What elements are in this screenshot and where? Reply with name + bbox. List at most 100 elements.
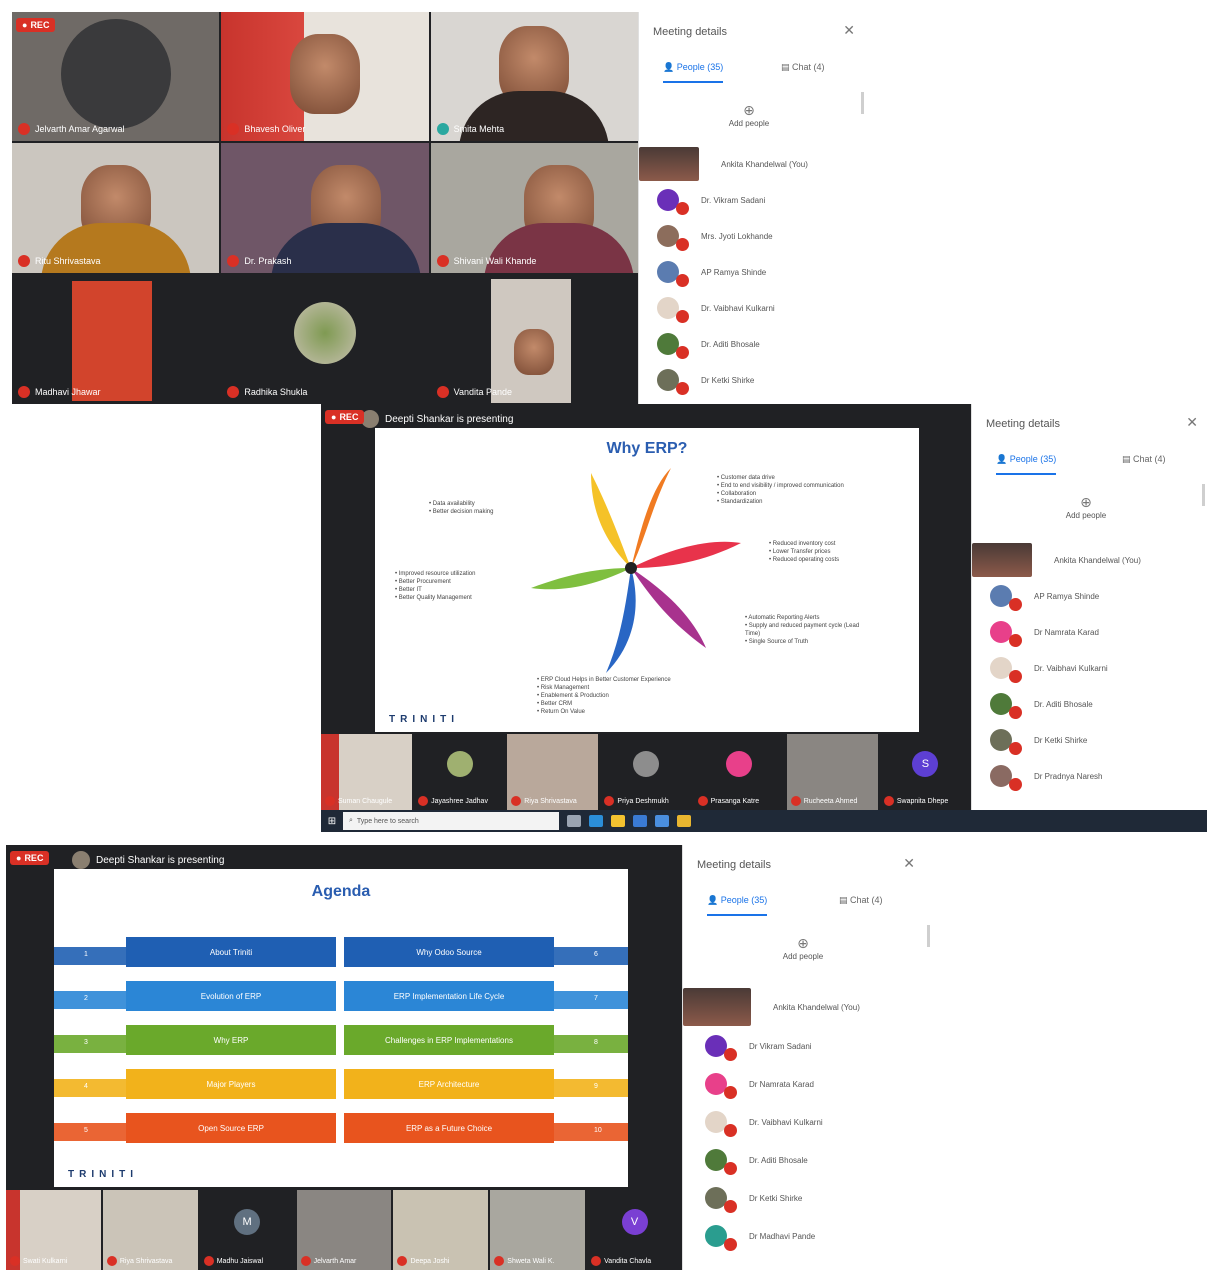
list-item[interactable]: Dr Pradnya Naresh	[972, 758, 1207, 794]
band-wing-left	[54, 947, 126, 965]
list-item[interactable]: Dr. Vaibhavi Kulkarni	[639, 290, 878, 326]
list-item[interactable]: Dr Vikram Sadani	[683, 1027, 934, 1065]
list-item[interactable]: Mrs. Jyoti Lokhande	[639, 218, 878, 254]
add-people-button[interactable]: ⊕ Add people	[1056, 494, 1116, 520]
agenda-item-left: Open Source ERP	[126, 1113, 336, 1143]
video-tile[interactable]: Radhika Shukla	[221, 274, 429, 404]
list-item[interactable]: Dr. Aditi Bhosale	[972, 686, 1207, 722]
video-tile[interactable]: Shivani Wali Khande	[430, 143, 638, 273]
petal	[631, 541, 741, 568]
list-item[interactable]: Dr Ketki Shirke	[972, 722, 1207, 758]
avatar	[632, 751, 659, 778]
list-item[interactable]: Dr Ketki Shirke	[683, 1179, 934, 1217]
edge-icon[interactable]	[589, 815, 603, 827]
video-thumb[interactable]: M Madhu Jaiswal	[199, 1190, 295, 1270]
video-thumb[interactable]: Jelvarth Amar	[296, 1190, 392, 1270]
tab-people[interactable]: 👤 People (35)	[707, 895, 768, 916]
scrollbar[interactable]	[927, 925, 930, 947]
petal	[591, 473, 631, 568]
list-item[interactable]: Dr Namrata Karad	[683, 1065, 934, 1103]
list-item[interactable]: Dr. Vikram Sadani	[639, 182, 878, 218]
chrome-icon[interactable]	[677, 815, 691, 827]
folder-icon[interactable]	[611, 815, 625, 827]
avatar	[446, 751, 473, 778]
list-item[interactable]: AP Ramya Shinde	[972, 578, 1207, 614]
agenda-number-right: 10	[594, 1127, 602, 1134]
video-thumb[interactable]: Deepa Joshi	[393, 1190, 489, 1270]
store-icon[interactable]	[633, 815, 647, 827]
close-icon[interactable]: ✕	[1186, 414, 1198, 431]
presentation-area: Deepti Shankar is presenting Agenda Abou…	[6, 845, 682, 1190]
list-item[interactable]: Dr Namrata Karad	[972, 614, 1207, 650]
tab-people[interactable]: 👤 People (35)	[663, 62, 724, 83]
mic-muted-icon	[724, 1162, 737, 1175]
mic-muted-icon	[724, 1086, 737, 1099]
tab-chat[interactable]: ▤ Chat (4)	[839, 895, 883, 906]
tab-chat[interactable]: ▤ Chat (4)	[781, 62, 825, 73]
pinwheel-center	[625, 562, 637, 574]
video-thumb[interactable]: Suman Chaugule	[321, 734, 413, 810]
video-tile[interactable]: Madhavi Jhawar	[12, 274, 220, 404]
video-tile[interactable]: Ritu Shrivastava	[12, 143, 220, 273]
video-thumb[interactable]: Rucheeta Ahmed	[786, 734, 878, 810]
participant-name: Jelvarth Amar Agarwal	[35, 124, 125, 135]
list-item[interactable]: AP Ramya Shinde	[639, 254, 878, 290]
scrollbar[interactable]	[861, 92, 864, 114]
note-left-top: • Data availability • Better decision ma…	[429, 501, 494, 515]
video-tile[interactable]: Smita Mehta	[430, 12, 638, 142]
recording-badge: REC	[16, 18, 56, 32]
add-people-button[interactable]: ⊕ Add people	[773, 935, 833, 961]
avatar	[683, 988, 751, 1026]
scrollbar[interactable]	[1202, 484, 1205, 506]
video-thumb[interactable]: Priya Deshmukh	[600, 734, 692, 810]
mail-icon[interactable]	[655, 815, 669, 827]
avatar	[657, 297, 689, 323]
avatar	[72, 851, 90, 869]
mic-muted-icon	[18, 385, 30, 398]
list-item[interactable]: Dr. Aditi Bhosale	[683, 1141, 934, 1179]
video-thumb[interactable]: V Vandita Chavla	[587, 1190, 683, 1270]
video-tile[interactable]: Bhavesh Oliver	[221, 12, 429, 142]
brand-logo: TRINITI	[68, 1169, 138, 1180]
tab-chat[interactable]: ▤ Chat (4)	[1122, 454, 1166, 465]
list-item[interactable]: Ankita Khandelwal (You)	[972, 542, 1207, 578]
mic-muted-icon	[436, 254, 449, 267]
tab-people[interactable]: 👤 People (35)	[996, 454, 1057, 475]
video-thumb[interactable]: Riya Shrivastava	[507, 734, 599, 810]
list-item[interactable]: Ankita Khandelwal (You)	[639, 146, 878, 182]
video-thumb[interactable]: Shweta Wali K.	[490, 1190, 586, 1270]
list-item[interactable]: Ankita Khandelwal (You)	[683, 987, 934, 1027]
windows-start-icon[interactable]: ⊞	[321, 816, 343, 827]
mic-muted-icon	[790, 796, 801, 806]
close-icon[interactable]: ✕	[843, 22, 855, 39]
petal	[606, 568, 636, 673]
video-thumb[interactable]: Prasanga Katre	[693, 734, 785, 810]
video-thumb[interactable]: Riya Shrivastava	[102, 1190, 198, 1270]
video-thumb[interactable]: Jayashree Jadhav	[414, 734, 506, 810]
mic-muted-icon	[203, 1256, 214, 1266]
video-tile[interactable]: Vandita Pande	[430, 274, 638, 404]
shared-slide: Agenda About Triniti Why Odoo Source 1 6 Evo…	[54, 869, 628, 1187]
close-icon[interactable]: ✕	[903, 855, 915, 872]
list-item[interactable]: Dr. Aditi Bhosale	[639, 326, 878, 362]
add-people-button[interactable]: ⊕ Add people	[719, 102, 779, 128]
list-item[interactable]: Dr Madhavi Pande	[683, 1217, 934, 1255]
video-thumb[interactable]: S Swapnita Dhepe	[879, 734, 971, 810]
mic-muted-icon	[883, 796, 894, 806]
video-tile[interactable]: Dr. Prakash	[221, 143, 429, 273]
mic-muted-icon	[418, 796, 429, 806]
add-person-icon: ⊕	[1080, 494, 1092, 510]
avatar: S	[912, 751, 939, 778]
list-item[interactable]: Dr Ketki Shirke	[639, 362, 878, 398]
agenda-item-left: Why ERP	[126, 1025, 336, 1055]
note-right-mid: • Reduced inventory cost • Lower Transfe…	[769, 541, 840, 563]
task-view-icon[interactable]	[567, 815, 581, 827]
list-item[interactable]: Dr. Vaibhavi Kulkarni	[972, 650, 1207, 686]
video-thumb[interactable]: Swati Kulkarni	[6, 1190, 101, 1270]
recording-badge: REC	[325, 410, 365, 424]
list-item[interactable]: Dr. Vaibhavi Kulkarni	[683, 1103, 934, 1141]
meeting-details-panel: Meeting details ✕ 👤 People (35) ▤ Chat (…	[971, 404, 1207, 810]
taskbar-search[interactable]: ⌕ Type here to search	[343, 812, 559, 830]
mic-muted-icon	[1009, 742, 1022, 755]
add-person-icon: ⊕	[743, 102, 755, 118]
